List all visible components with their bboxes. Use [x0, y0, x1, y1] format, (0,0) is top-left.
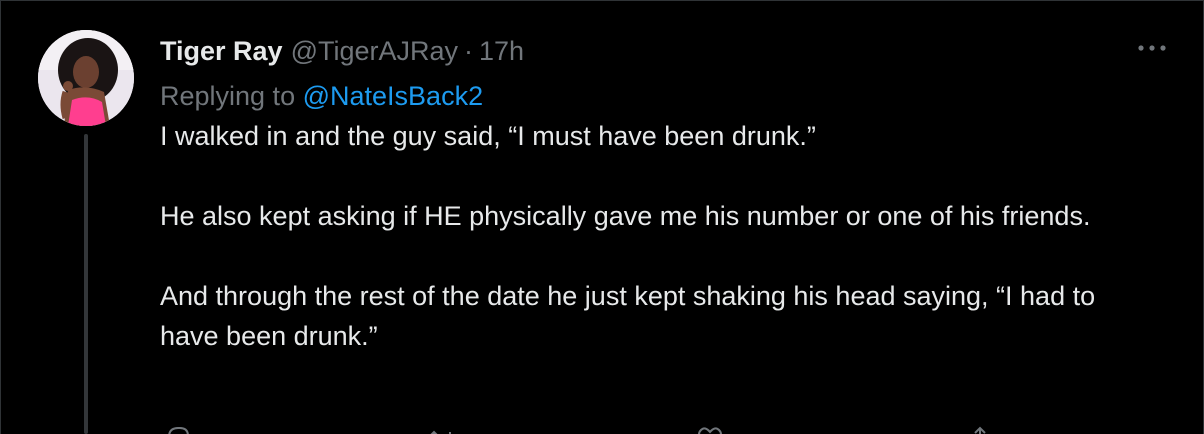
- replying-to-mention[interactable]: @NateIsBack2: [303, 81, 483, 111]
- tweet-paragraph-1: I walked in and the guy said, “I must ha…: [160, 121, 816, 151]
- avatar[interactable]: [38, 30, 134, 126]
- tweet-header: Tiger Ray @TigerAJRay · 17h: [160, 30, 1150, 72]
- tweet-paragraph-3: And through the rest of the date he just…: [160, 281, 1096, 351]
- left-divider: [0, 0, 1, 434]
- tweet-content: Tiger Ray @TigerAJRay · 17h Replying to …: [160, 30, 1150, 356]
- tweet-text: I walked in and the guy said, “I must ha…: [160, 116, 1150, 356]
- replying-to-line: Replying to @NateIsBack2: [160, 76, 1150, 116]
- top-divider: [0, 0, 1204, 1]
- heart-icon[interactable]: [696, 424, 724, 434]
- tweet-timestamp[interactable]: 17h: [479, 30, 524, 72]
- tweet-card: Tiger Ray @TigerAJRay · 17h Replying to …: [0, 0, 1204, 434]
- tweet-paragraph-2: He also kept asking if HE physically gav…: [160, 201, 1091, 231]
- replying-prefix: Replying to: [160, 81, 296, 111]
- separator-dot: ·: [464, 36, 474, 66]
- display-name[interactable]: Tiger Ray: [160, 30, 283, 72]
- share-icon[interactable]: [966, 424, 994, 434]
- more-horizontal-icon[interactable]: [1134, 36, 1170, 60]
- avatar-image: [38, 30, 134, 126]
- reply-icon[interactable]: [164, 424, 192, 434]
- thread-connector-line: [84, 134, 88, 434]
- user-handle[interactable]: @TigerAJRay: [291, 30, 458, 72]
- retweet-icon[interactable]: [428, 424, 456, 434]
- tweet-actions-bar: [160, 424, 1150, 434]
